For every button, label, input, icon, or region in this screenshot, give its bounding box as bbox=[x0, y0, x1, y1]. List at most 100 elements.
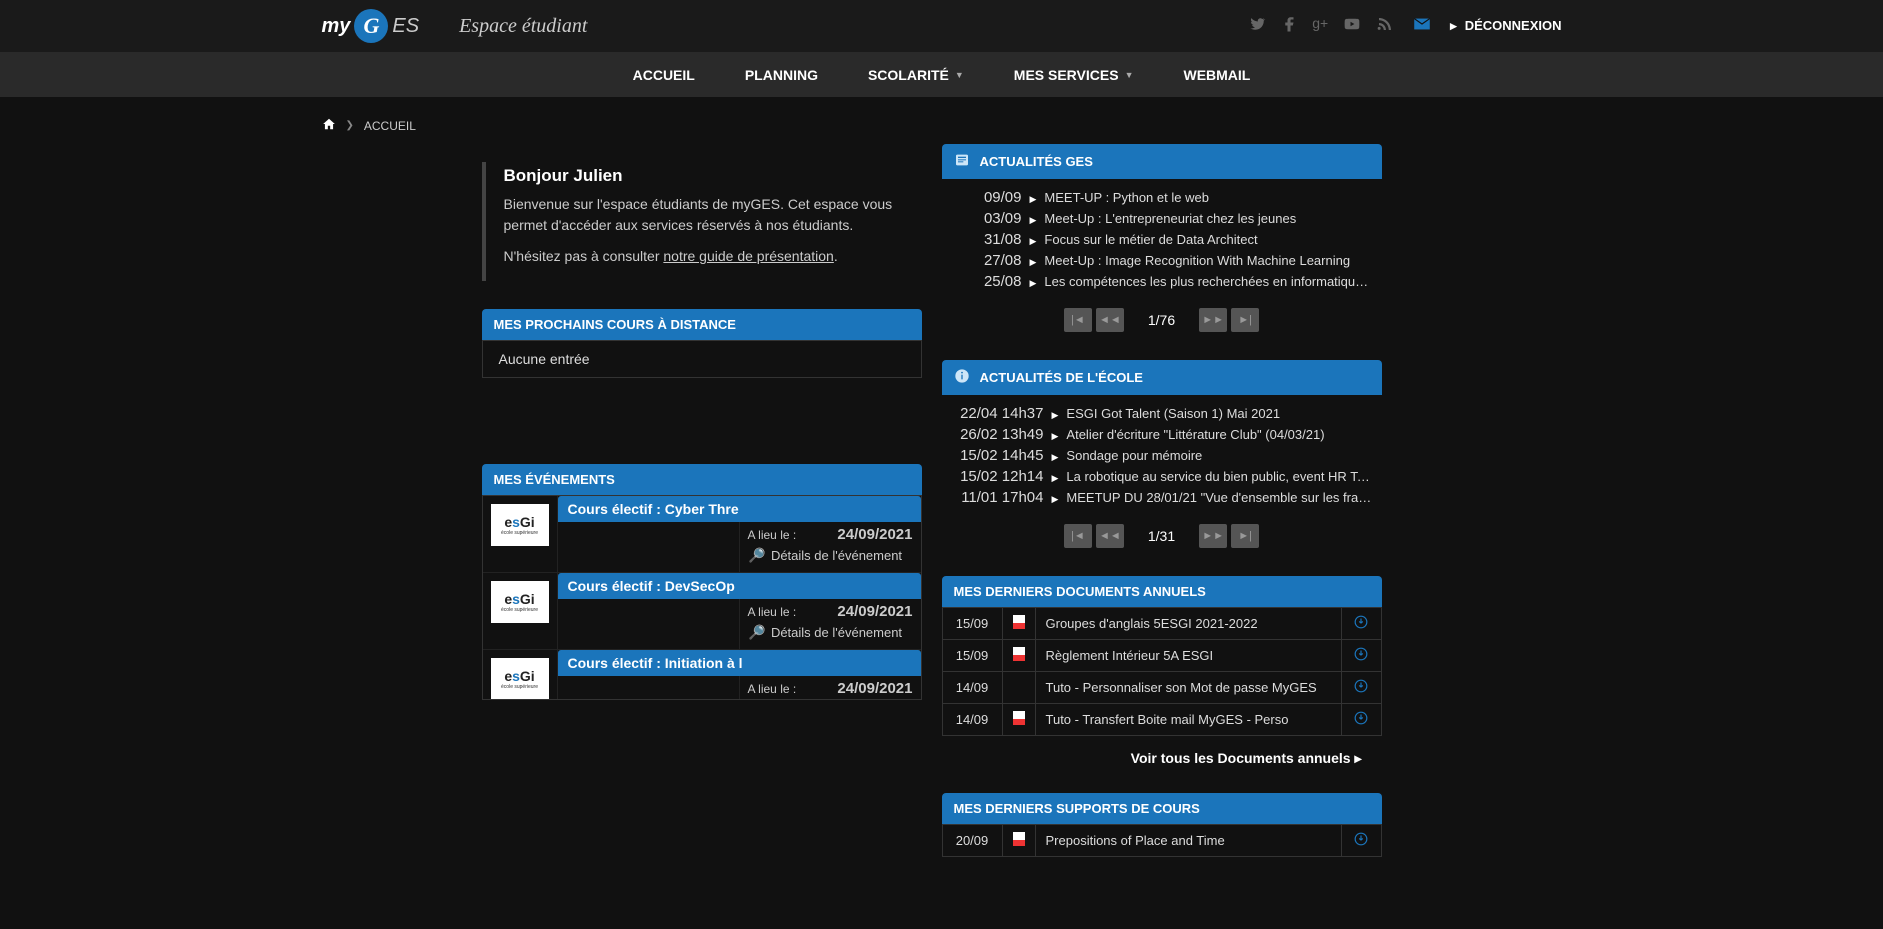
event-details-link[interactable]: 🔍Détails de l'événement bbox=[748, 620, 913, 645]
logo-g: G bbox=[354, 9, 388, 43]
news-item[interactable]: 15/02 14h45▶Sondage pour mémoire bbox=[952, 445, 1372, 466]
doc-title[interactable]: Prepositions of Place and Time bbox=[1035, 825, 1341, 857]
doc-row: 14/09 Tuto - Transfert Boite mail MyGES -… bbox=[942, 704, 1381, 736]
news-item[interactable]: 03/09▶Meet-Up : L'entrepreneuriat chez l… bbox=[952, 208, 1372, 229]
twitter-icon[interactable] bbox=[1248, 15, 1266, 38]
pager-next-button[interactable]: ►► bbox=[1199, 524, 1227, 548]
panel-header-actu-ecole: ACTUALITÉS DE L'ÉCOLE bbox=[942, 360, 1382, 395]
download-icon[interactable] bbox=[1341, 608, 1381, 640]
panel-header-actu-ges: ACTUALITÉS GES bbox=[942, 144, 1382, 179]
doc-date: 14/09 bbox=[942, 704, 1002, 736]
chevron-right-icon: ❯ bbox=[346, 120, 354, 131]
event-thumb: esGiécole supérieure bbox=[491, 581, 549, 623]
news-datetime: 26/02 13h49 bbox=[952, 426, 1044, 443]
welcome-guide-link[interactable]: notre guide de présentation bbox=[663, 248, 833, 264]
logo[interactable]: my G ES bbox=[322, 9, 420, 43]
pager-last-button[interactable]: ►| bbox=[1231, 524, 1259, 548]
chevron-right-icon: ▶ bbox=[1052, 490, 1059, 505]
panel-actu-ges: ACTUALITÉS GES 09/09▶MEET-UP : Python et… bbox=[942, 144, 1382, 344]
doc-title[interactable]: Tuto - Personnaliser son Mot de passe My… bbox=[1035, 672, 1341, 704]
pdf-icon bbox=[1013, 647, 1025, 661]
pager-prev-button[interactable]: ◄◄ bbox=[1096, 308, 1124, 332]
logout-link[interactable]: DÉCONNEXION bbox=[1450, 18, 1561, 34]
news-item[interactable]: 09/09▶MEET-UP : Python et le web bbox=[952, 187, 1372, 208]
download-icon[interactable] bbox=[1341, 704, 1381, 736]
download-icon[interactable] bbox=[1341, 640, 1381, 672]
news-item[interactable]: 22/04 14h37▶ESGI Got Talent (Saison 1) M… bbox=[952, 403, 1372, 424]
download-icon[interactable] bbox=[1341, 825, 1381, 857]
news-item[interactable]: 11/01 17h04▶MEETUP DU 28/01/21 "Vue d'en… bbox=[952, 487, 1372, 508]
news-title[interactable]: La robotique au service du bien public, … bbox=[1066, 469, 1371, 484]
nav-item-mes services[interactable]: MES SERVICES▼ bbox=[1014, 67, 1134, 83]
news-title[interactable]: Les compétences les plus recherchées en … bbox=[1044, 274, 1371, 289]
news-title[interactable]: Focus sur le métier de Data Architect bbox=[1044, 232, 1371, 247]
event-details-link[interactable]: 🔍Détails de l'événement bbox=[748, 697, 913, 700]
doc-row: 15/09Règlement Intérieur 5A ESGI bbox=[942, 640, 1381, 672]
chevron-right-icon: ▶ bbox=[1030, 211, 1037, 226]
news-item[interactable]: 15/02 12h14▶La robotique au service du b… bbox=[952, 466, 1372, 487]
home-icon[interactable] bbox=[322, 117, 336, 134]
doc-date: 15/09 bbox=[942, 608, 1002, 640]
nav-item-accueil[interactable]: ACCUEIL bbox=[633, 67, 695, 83]
welcome-box: Bonjour Julien Bienvenue sur l'espace ét… bbox=[482, 162, 922, 281]
pager-first-button[interactable]: |◄ bbox=[1064, 308, 1092, 332]
breadcrumb-current: ACCUEIL bbox=[364, 119, 416, 133]
nav-item-planning[interactable]: PLANNING bbox=[745, 67, 818, 83]
doc-type-icon bbox=[1002, 672, 1035, 704]
news-title[interactable]: Meet-Up : L'entrepreneuriat chez les jeu… bbox=[1044, 211, 1371, 226]
news-item[interactable]: 26/02 13h49▶Atelier d'écriture "Littérat… bbox=[952, 424, 1372, 445]
news-datetime: 15/02 14h45 bbox=[952, 447, 1044, 464]
event-details-link[interactable]: 🔍Détails de l'événement bbox=[748, 543, 913, 568]
welcome-p1: Bienvenue sur l'espace étudiants de myGE… bbox=[504, 194, 922, 236]
events-list[interactable]: esGiécole supérieureCours électif : Cybe… bbox=[482, 495, 922, 700]
facebook-icon[interactable] bbox=[1280, 15, 1298, 38]
welcome-p2: N'hésitez pas à consulter notre guide de… bbox=[504, 246, 922, 267]
event-title: Cours électif : Initiation à l bbox=[558, 650, 921, 676]
chevron-right-icon: ▶ bbox=[1030, 190, 1037, 205]
gplus-icon[interactable]: g+ bbox=[1312, 15, 1328, 38]
nav-item-webmail[interactable]: WEBMAIL bbox=[1183, 67, 1250, 83]
pager-label: 1/76 bbox=[1148, 312, 1175, 328]
news-item[interactable]: 31/08▶Focus sur le métier de Data Archit… bbox=[952, 229, 1372, 250]
news-title[interactable]: MEET-UP : Python et le web bbox=[1044, 190, 1371, 205]
news-title[interactable]: ESGI Got Talent (Saison 1) Mai 2021 bbox=[1066, 406, 1371, 421]
pager-prev-button[interactable]: ◄◄ bbox=[1096, 524, 1124, 548]
see-all-docs-link[interactable]: Voir tous les Documents annuels bbox=[942, 736, 1382, 777]
search-icon: 🔍 bbox=[748, 547, 765, 564]
breadcrumb: ❯ ACCUEIL bbox=[322, 97, 1562, 144]
doc-date: 14/09 bbox=[942, 672, 1002, 704]
pager-next-button[interactable]: ►► bbox=[1199, 308, 1227, 332]
rss-icon[interactable] bbox=[1376, 15, 1394, 38]
news-title[interactable]: Atelier d'écriture "Littérature Club" (0… bbox=[1066, 427, 1371, 442]
doc-row: 14/09 Tuto - Personnaliser son Mot de pas… bbox=[942, 672, 1381, 704]
navbar: ACCUEIL PLANNING SCOLARITÉ▼ MES SERVICES▼ WE… bbox=[0, 52, 1883, 97]
cours-distance-empty: Aucune entrée bbox=[482, 340, 922, 378]
actu-ges-pager: |◄ ◄◄ 1/76 ►► ►| bbox=[942, 300, 1382, 344]
actu-ecole-list: 22/04 14h37 ▶ ESGI Got Talent (Saison 1) M… bbox=[942, 395, 1382, 516]
download-icon[interactable] bbox=[1341, 672, 1381, 704]
pdf-icon bbox=[1013, 711, 1025, 725]
news-title[interactable]: Sondage pour mémoire bbox=[1066, 448, 1371, 463]
doc-row: 15/09 Groupes d'anglais 5ESGI 2021-2022 bbox=[942, 608, 1381, 640]
event-title: Cours électif : DevSecOp bbox=[558, 573, 921, 599]
event-row: esGiécole supérieure Cours électif : Init… bbox=[483, 650, 921, 700]
mail-icon[interactable] bbox=[1412, 17, 1432, 36]
doc-title[interactable]: Groupes d'anglais 5ESGI 2021-2022 bbox=[1035, 608, 1341, 640]
doc-title[interactable]: Tuto - Transfert Boite mail MyGES - Pers… bbox=[1035, 704, 1341, 736]
news-item[interactable]: 27/08▶Meet-Up : Image Recognition With M… bbox=[952, 250, 1372, 271]
news-title[interactable]: Meet-Up : Image Recognition With Machine… bbox=[1044, 253, 1371, 268]
docs-annuels-table: 15/09 Groupes d'anglais 5ESGI 2021-202215… bbox=[942, 607, 1382, 736]
youtube-icon[interactable] bbox=[1342, 15, 1362, 38]
event-date-row: A lieu le :24/09/2021 bbox=[748, 680, 913, 697]
nav-item-scolarité[interactable]: SCOLARITÉ▼ bbox=[868, 67, 964, 83]
news-item[interactable]: 25/08▶Les compétences les plus recherché… bbox=[952, 271, 1372, 292]
pager-last-button[interactable]: ►| bbox=[1231, 308, 1259, 332]
pdf-icon bbox=[1013, 832, 1025, 846]
pager-first-button[interactable]: |◄ bbox=[1064, 524, 1092, 548]
panel-header-cours-distance: MES PROCHAINS COURS À DISTANCE bbox=[482, 309, 922, 340]
news-datetime: 15/02 12h14 bbox=[952, 468, 1044, 485]
news-title[interactable]: MEETUP DU 28/01/21 "Vue d'ensemble sur l… bbox=[1066, 490, 1371, 505]
news-datetime: 22/04 14h37 bbox=[952, 405, 1044, 422]
event-thumb: esGiécole supérieure bbox=[491, 658, 549, 700]
doc-title[interactable]: Règlement Intérieur 5A ESGI bbox=[1035, 640, 1341, 672]
